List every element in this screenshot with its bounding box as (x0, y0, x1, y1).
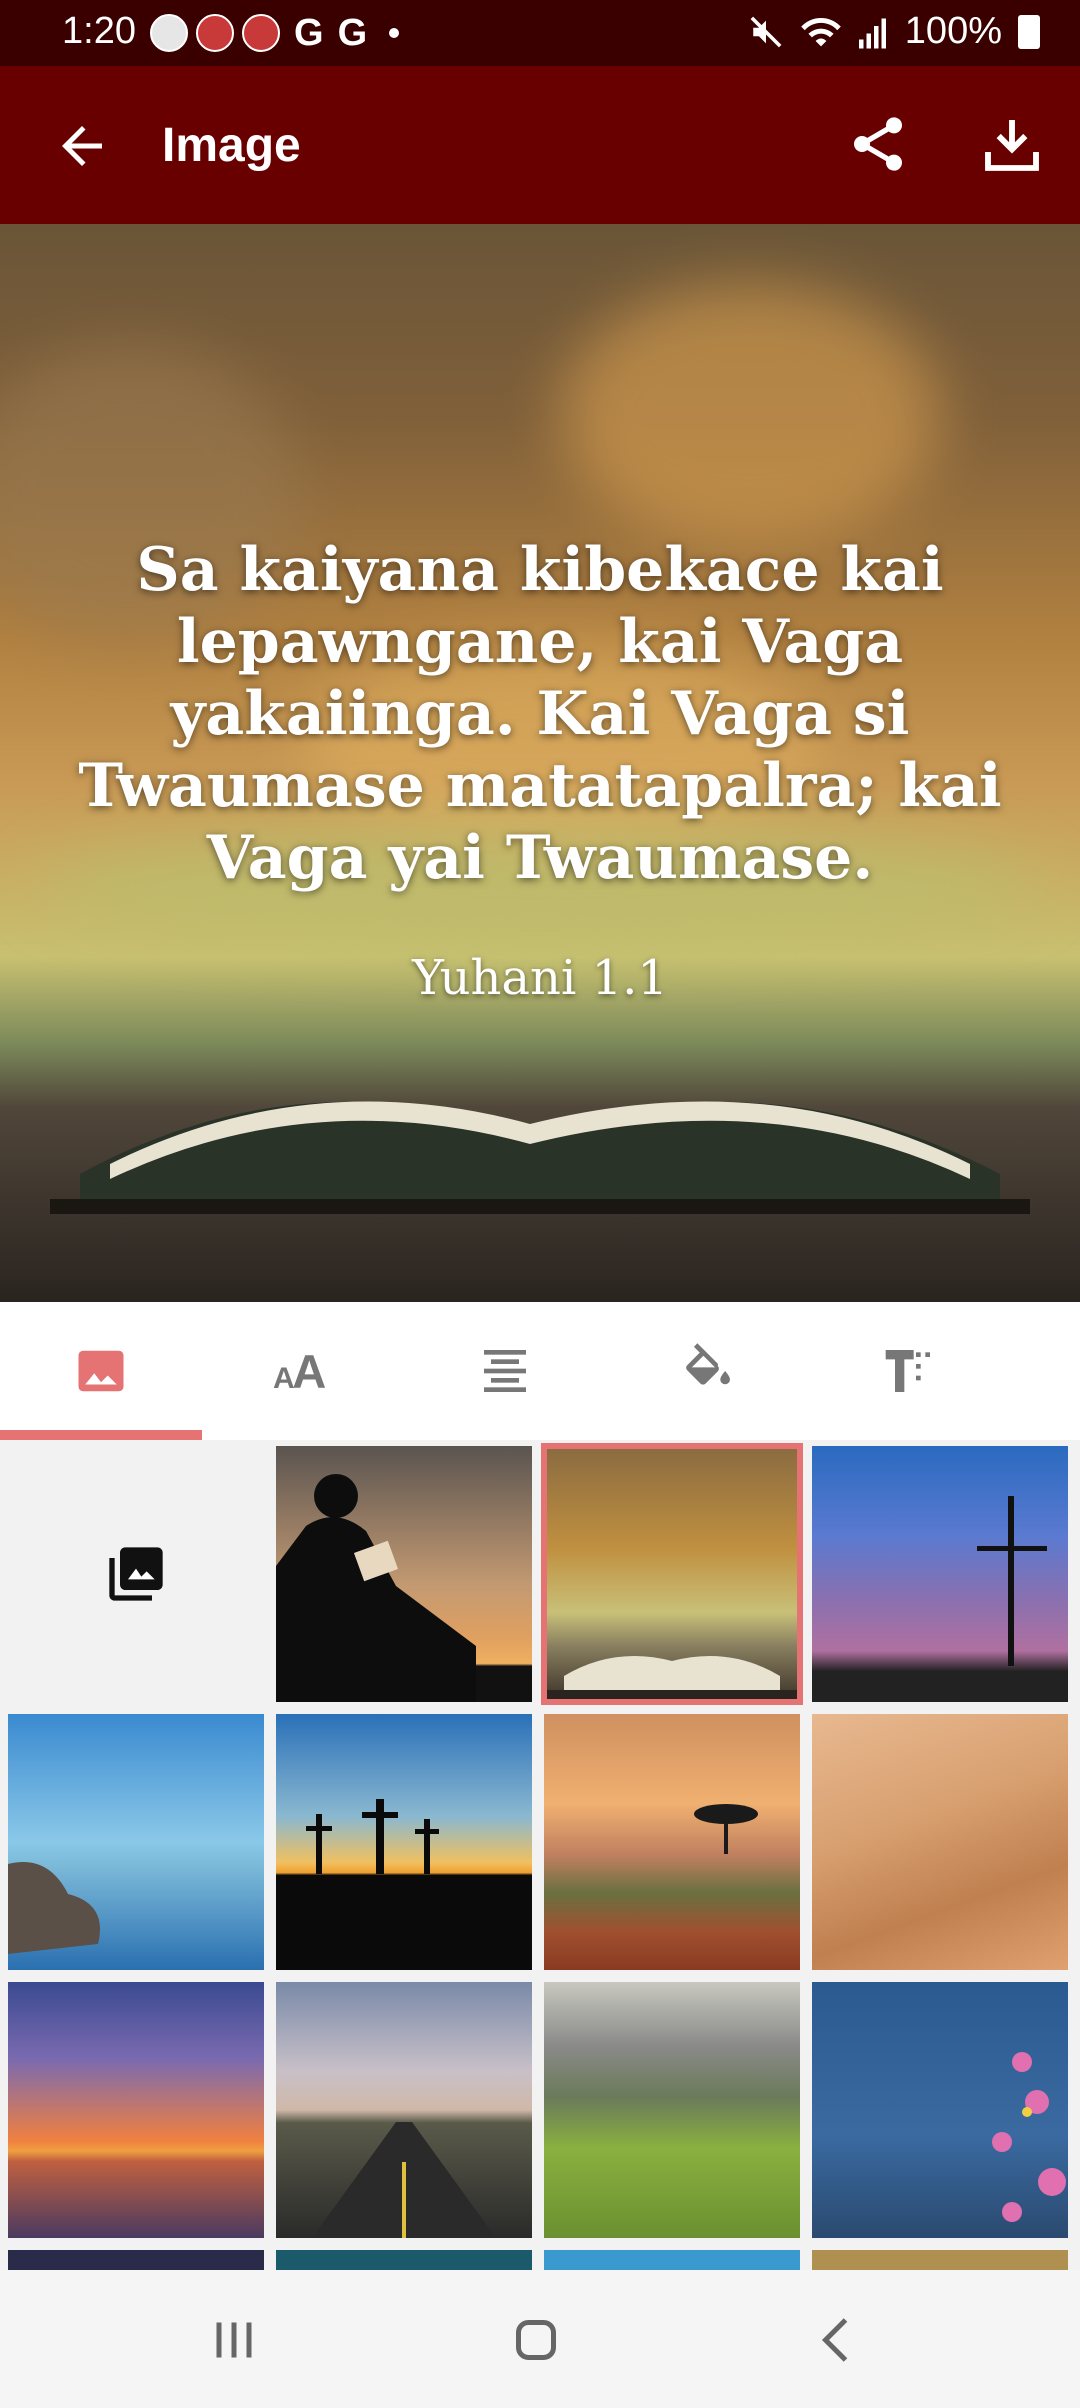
tab-text-style[interactable] (808, 1302, 1010, 1440)
background-thumb-partial[interactable] (8, 2250, 264, 2270)
flowers-shape (992, 2052, 1066, 2222)
background-thumb-open-bible[interactable] (541, 1443, 803, 1705)
background-thumb-desert-dunes[interactable] (812, 1714, 1068, 1970)
notification-icons: G G (150, 12, 400, 54)
battery-percent: 100% (904, 10, 1002, 52)
bible-app-icon (150, 14, 188, 52)
background-thumb-pink-flowers[interactable] (812, 1982, 1068, 2238)
google-icon: G (337, 12, 368, 54)
background-thumb-lake-rocks[interactable] (8, 1714, 264, 1970)
font-size-icon: AA (273, 1345, 326, 1398)
background-thumb-silhouette-reading[interactable] (276, 1446, 532, 1702)
tab-indicator (0, 1430, 202, 1440)
verse-text[interactable]: Sa kaiyana kibekace kai lepawngane, kai … (60, 534, 1020, 894)
tab-font[interactable]: AA (202, 1302, 404, 1440)
recents-icon[interactable] (204, 2310, 264, 2370)
status-bar: 1:20 G G 100% (0, 0, 1080, 66)
share-icon[interactable] (846, 112, 910, 176)
background-thumb-green-hills[interactable] (544, 1982, 800, 2238)
page-title: Image (162, 119, 301, 172)
verse-image-preview: Sa kaiyana kibekace kai lepawngane, kai … (0, 224, 1080, 1302)
silhouette-figure (276, 1474, 476, 1702)
editor-tabs: AA (0, 1302, 1080, 1440)
tab-background-image[interactable] (0, 1302, 202, 1440)
background-thumb-partial[interactable] (276, 2250, 532, 2270)
image-icon (78, 1350, 124, 1392)
photo-library-icon (109, 1547, 163, 1601)
system-icons: 100% (749, 10, 1040, 53)
background-thumb-partial[interactable] (812, 2250, 1068, 2270)
home-icon[interactable] (506, 2310, 566, 2370)
download-icon[interactable] (980, 112, 1044, 176)
acacia-tree (694, 1804, 758, 1854)
svg-text:A: A (292, 1345, 326, 1398)
tab-alignment[interactable] (404, 1302, 606, 1440)
open-book-icon (50, 1101, 1030, 1214)
three-crosses-icon (306, 1799, 439, 1874)
system-nav-bar (0, 2270, 1080, 2408)
rocks-shape (8, 1862, 100, 1954)
wifi-icon (800, 17, 841, 46)
mute-icon (750, 16, 782, 47)
paint-bucket-icon (686, 1343, 730, 1385)
video-app-icon (242, 14, 280, 52)
background-thumb-three-crosses[interactable] (276, 1714, 532, 1970)
dot-icon (389, 28, 400, 38)
arrow-back-icon[interactable] (52, 116, 112, 176)
road-shape (312, 2122, 496, 2238)
app-bar: Image (0, 66, 1080, 224)
align-center-icon (484, 1350, 526, 1392)
tab-color[interactable] (606, 1302, 808, 1440)
google-icon: G (294, 12, 324, 54)
verse-reference[interactable]: Yuhani 1.1 (0, 950, 1080, 1006)
gallery-picker-button[interactable] (8, 1446, 264, 1702)
bokeh-light (560, 284, 940, 544)
cross-icon (977, 1496, 1047, 1666)
back-icon[interactable] (808, 2310, 868, 2370)
battery-icon (1018, 14, 1040, 49)
video-app-icon (196, 14, 234, 52)
open-book-thumb (544, 1656, 800, 1702)
background-thumb-partial[interactable] (544, 2250, 800, 2270)
background-thumb-cross-sunset[interactable] (812, 1446, 1068, 1702)
background-grid (0, 1440, 1080, 2270)
background-thumb-road[interactable] (276, 1982, 532, 2238)
background-thumb-savanna-sunset[interactable] (544, 1714, 800, 1970)
signal-icon (858, 18, 886, 48)
status-time: 1:20 (62, 10, 136, 52)
background-thumb-ocean-sunset[interactable] (8, 1982, 264, 2238)
text-format-icon (885, 1350, 930, 1392)
